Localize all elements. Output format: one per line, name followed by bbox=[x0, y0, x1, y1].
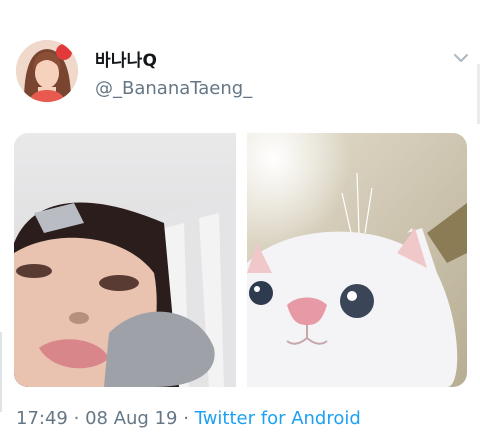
edge-divider-left bbox=[0, 332, 2, 412]
media-photo-1[interactable] bbox=[14, 133, 236, 387]
white-cat-photo-icon bbox=[247, 133, 467, 387]
tweet-time: 17:49 bbox=[16, 408, 68, 429]
tweet-source-link[interactable]: Twitter for Android bbox=[195, 408, 361, 429]
user-handle[interactable]: @_BananaTaeng_ bbox=[95, 78, 252, 99]
chevron-down-icon bbox=[454, 54, 468, 62]
display-name[interactable]: 바나나Q bbox=[95, 46, 157, 71]
selfie-photo-icon bbox=[14, 133, 236, 387]
meta-separator: · bbox=[183, 408, 189, 429]
tweet-menu-button[interactable] bbox=[451, 50, 471, 66]
tweet-meta: 17:49 · 08 Aug 19 · Twitter for Android bbox=[16, 408, 361, 429]
profile-photo-icon bbox=[16, 40, 78, 102]
profile-avatar[interactable] bbox=[16, 40, 78, 102]
meta-separator: · bbox=[73, 408, 80, 429]
tweet-media-grid bbox=[14, 133, 467, 387]
tweet-date: 08 Aug 19 bbox=[85, 408, 178, 429]
media-photo-2[interactable] bbox=[247, 133, 467, 387]
